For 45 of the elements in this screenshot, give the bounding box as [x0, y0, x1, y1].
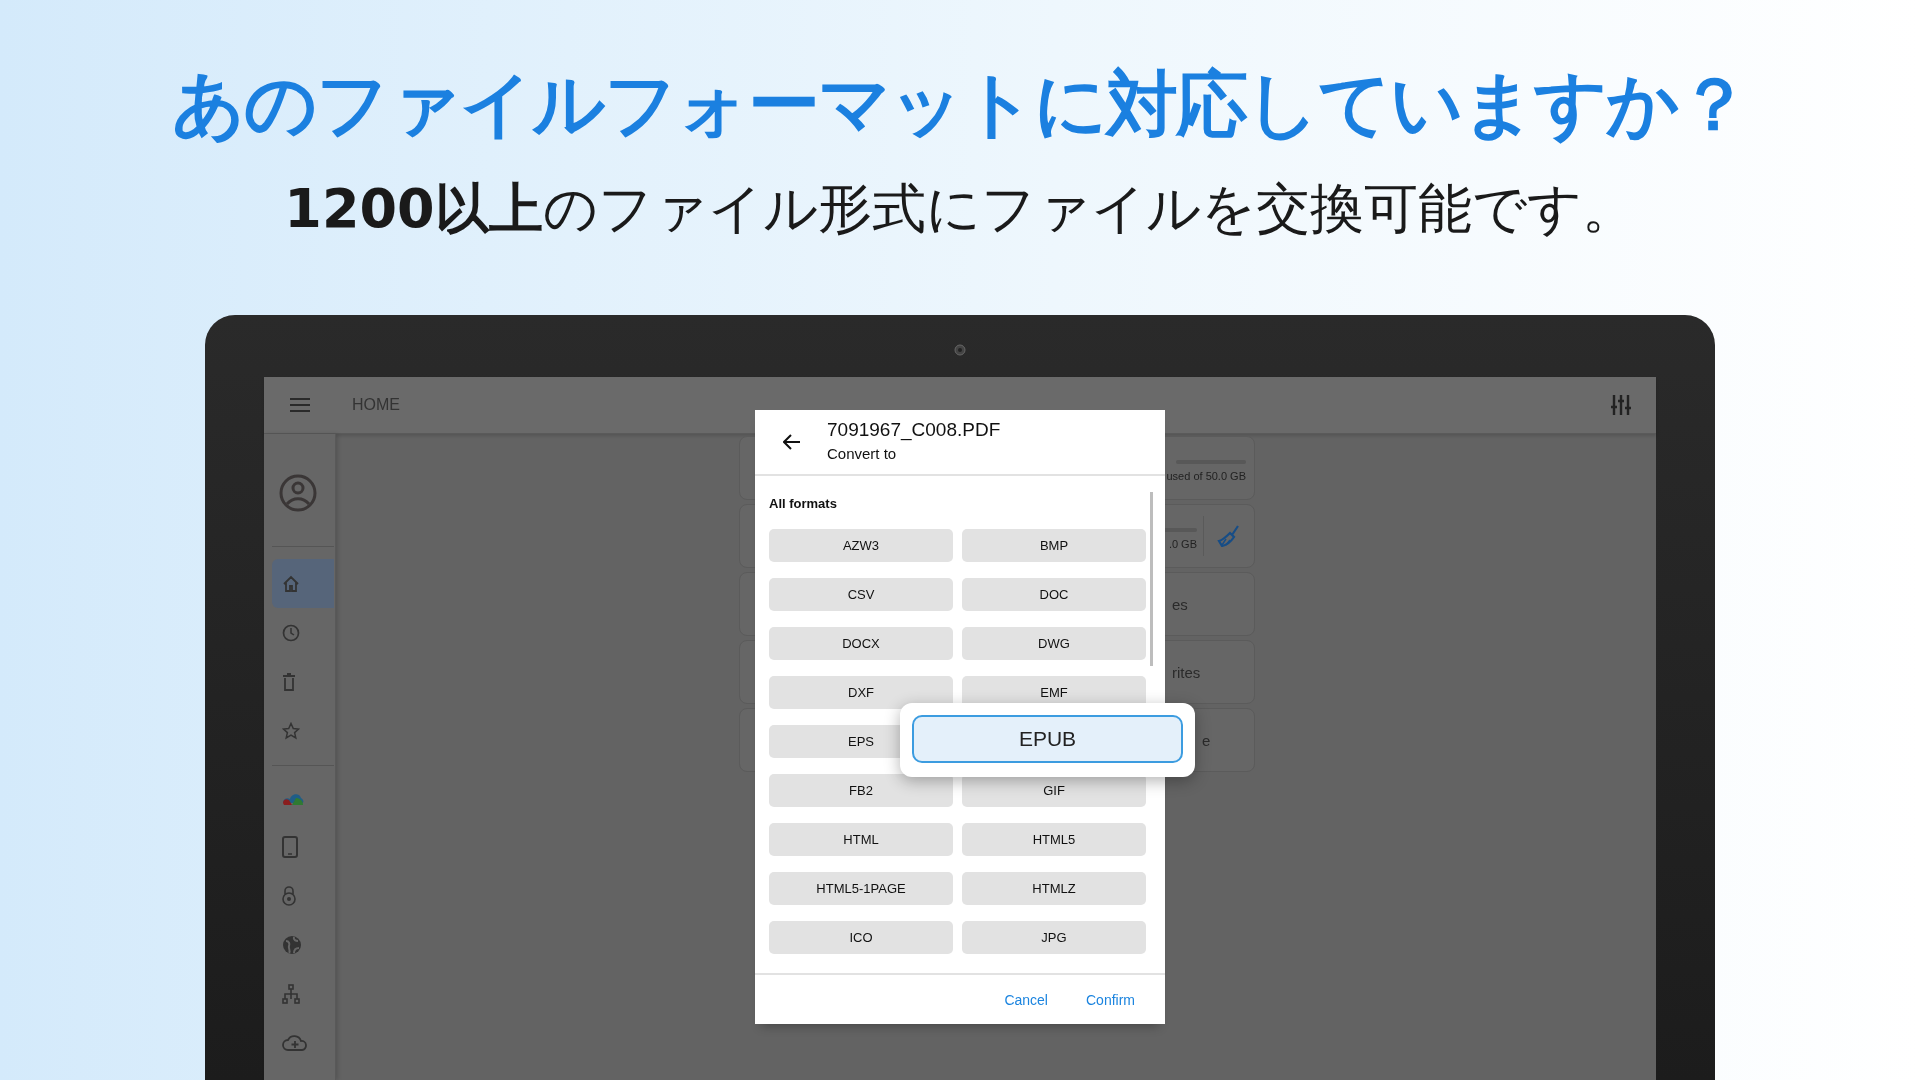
tablet-icon[interactable]: [282, 835, 298, 858]
dialog-button[interactable]: Confirm: [1074, 985, 1147, 1014]
format-option[interactable]: DWG: [962, 627, 1146, 660]
cloud-add-icon[interactable]: [282, 1033, 308, 1052]
camera-icon: [954, 344, 966, 356]
format-option[interactable]: EPUB: [912, 715, 1183, 763]
subheadline: 1200以上のファイル形式にファイルを交換可能です。: [284, 176, 1636, 242]
format-option[interactable]: HTML5-1PAGE: [769, 872, 953, 905]
home-icon: [282, 574, 300, 593]
clock-icon: [282, 623, 300, 642]
format-option[interactable]: HTML: [769, 823, 953, 856]
card-label: e: [1202, 731, 1211, 749]
format-option[interactable]: CSV: [769, 578, 953, 611]
back-arrow-icon[interactable]: [783, 434, 801, 450]
card-label: es: [1172, 595, 1188, 613]
file-name: 7091967_C008.PDF: [827, 418, 1001, 441]
usage-text: used of 50.0 GB: [1166, 470, 1246, 482]
format-option[interactable]: ICO: [769, 921, 953, 954]
format-option[interactable]: HTMLZ: [962, 872, 1146, 905]
format-option[interactable]: AZW3: [769, 529, 953, 562]
network-icon[interactable]: [282, 983, 300, 1004]
star-icon: [282, 721, 300, 740]
lock-icon[interactable]: [282, 885, 296, 906]
app-title: HOME: [352, 396, 401, 414]
format-option[interactable]: HTML5: [962, 823, 1146, 856]
sliders-icon[interactable]: [1611, 395, 1631, 415]
scrollbar[interactable]: [1150, 492, 1153, 666]
headline: あのファイルフォーマットに対応していますか？: [172, 61, 1748, 148]
format-option[interactable]: DOCX: [769, 627, 953, 660]
format-option[interactable]: BMP: [962, 529, 1146, 562]
dialog-subtitle: Convert to: [827, 444, 898, 462]
globe-icon[interactable]: [282, 934, 302, 955]
menu-icon[interactable]: [290, 398, 310, 412]
trash-icon: [282, 672, 296, 691]
format-option[interactable]: DOC: [962, 578, 1146, 611]
card-label: rites: [1172, 663, 1201, 681]
format-option[interactable]: JPG: [962, 921, 1146, 954]
dialog-button[interactable]: Cancel: [992, 985, 1060, 1014]
broom-icon[interactable]: [1216, 525, 1240, 547]
section-title: All formats: [769, 495, 838, 513]
nav-item[interactable]: [272, 559, 334, 608]
format-option[interactable]: FB2: [769, 774, 953, 807]
format-option[interactable]: DXF: [769, 676, 953, 709]
usage-text: .0 GB: [1168, 538, 1197, 550]
account-icon[interactable]: [279, 474, 317, 512]
